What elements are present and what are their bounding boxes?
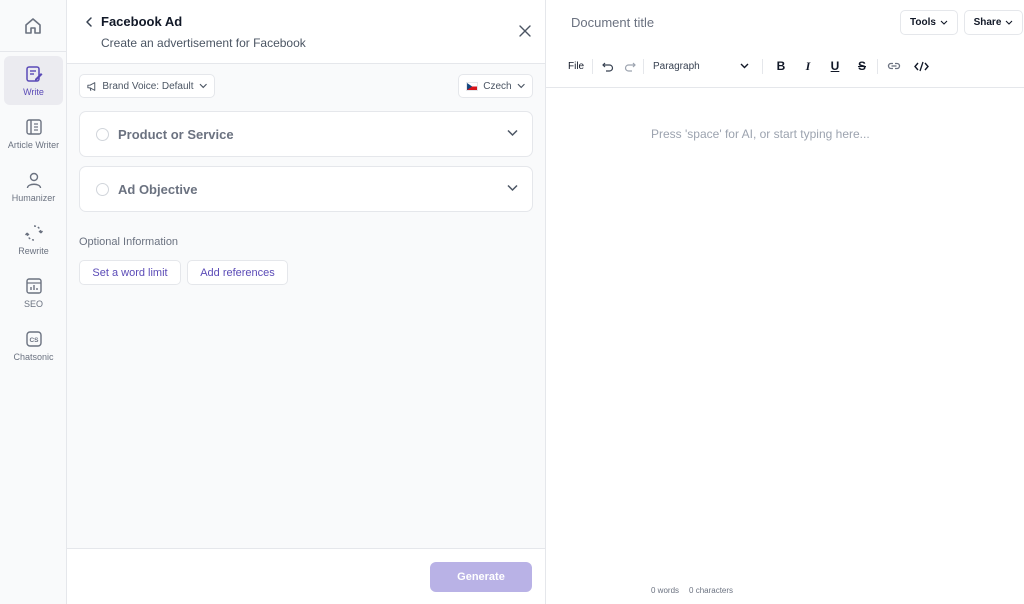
chevron-down-icon — [199, 83, 207, 89]
left-rail: Write Article Writer Humanizer Rewrite S… — [0, 0, 67, 604]
chatsonic-icon: CS — [25, 330, 42, 347]
redo-icon — [624, 62, 636, 72]
person-icon — [26, 172, 41, 188]
field-label: Ad Objective — [118, 182, 198, 197]
share-button[interactable]: Share — [964, 10, 1023, 35]
czech-flag-icon — [466, 81, 479, 91]
chevron-down-icon — [507, 129, 518, 137]
write-icon — [25, 65, 42, 82]
toolbar-divider — [643, 59, 644, 74]
italic-button[interactable]: I — [800, 57, 816, 75]
article-icon — [25, 118, 42, 135]
ad-objective-field[interactable]: Ad Objective — [79, 166, 533, 212]
tools-button[interactable]: Tools — [900, 10, 958, 35]
seo-chart-icon — [25, 277, 42, 294]
document-stats: 0 words 0 characters — [651, 586, 733, 595]
generate-button[interactable]: Generate — [430, 562, 532, 592]
sidebar-item-seo[interactable]: SEO — [4, 268, 63, 317]
sidebar-item-label: Chatsonic — [13, 351, 54, 362]
back-chevron-icon[interactable] — [83, 14, 95, 30]
status-radio-icon — [96, 128, 109, 141]
code-icon — [913, 61, 929, 71]
close-icon[interactable] — [519, 25, 531, 37]
strikethrough-button[interactable]: S — [854, 57, 870, 75]
home-icon — [25, 17, 41, 34]
language-dropdown[interactable]: Czech — [458, 74, 533, 98]
editor-placeholder[interactable]: Press 'space' for AI, or start typing he… — [651, 127, 870, 141]
add-references-button[interactable]: Add references — [187, 260, 288, 285]
sidebar-item-rewrite[interactable]: Rewrite — [4, 215, 63, 264]
toolbar-divider — [877, 59, 878, 74]
paragraph-style-dropdown[interactable]: Paragraph — [653, 57, 749, 75]
panel-subtitle: Create an advertisement for Facebook — [101, 36, 306, 50]
megaphone-icon — [87, 81, 96, 91]
paragraph-label: Paragraph — [653, 60, 700, 72]
chevron-down-icon — [1006, 20, 1013, 25]
toolbar-divider — [592, 59, 593, 74]
character-count: 0 characters — [689, 586, 734, 595]
redo-button[interactable] — [623, 57, 637, 75]
sidebar-item-label: SEO — [23, 298, 43, 309]
link-icon — [887, 62, 901, 70]
undo-icon — [602, 62, 614, 72]
template-panel: Facebook Ad Create an advertisement for … — [67, 0, 546, 604]
status-radio-icon — [96, 183, 109, 196]
document-title-input[interactable]: Document title — [571, 15, 654, 30]
panel-title: Facebook Ad — [101, 14, 183, 29]
bold-button[interactable]: B — [773, 57, 789, 75]
panel-header: Facebook Ad Create an advertisement for … — [67, 0, 545, 64]
tools-label: Tools — [910, 17, 936, 28]
undo-button[interactable] — [601, 57, 615, 75]
chevron-down-icon — [940, 20, 948, 25]
sidebar-item-humanizer[interactable]: Humanizer — [4, 162, 63, 211]
panel-footer: Generate — [67, 548, 545, 604]
svg-text:CS: CS — [29, 337, 39, 344]
toolbar-divider — [762, 59, 763, 74]
document-editor: Document title Tools Share File Paragrap… — [546, 0, 1024, 604]
sidebar-item-label: Write — [23, 86, 44, 97]
sidebar-item-label: Humanizer — [11, 192, 56, 203]
chevron-down-icon — [507, 184, 518, 192]
word-count: 0 words — [651, 586, 680, 595]
sidebar-item-label: Rewrite — [18, 245, 49, 256]
sidebar-item-article-writer[interactable]: Article Writer — [4, 109, 63, 158]
brand-voice-label: Brand Voice: Default — [102, 80, 194, 92]
editor-toolbar: File Paragraph B I U S — [546, 46, 1024, 88]
code-button[interactable] — [912, 57, 930, 75]
share-label: Share — [973, 17, 1002, 28]
file-menu[interactable]: File — [568, 57, 584, 75]
rewrite-icon — [24, 224, 43, 241]
sidebar-item-chatsonic[interactable]: CS Chatsonic — [4, 321, 63, 370]
sidebar-item-label: Article Writer — [7, 139, 60, 150]
product-or-service-field[interactable]: Product or Service — [79, 111, 533, 157]
sidebar-item-write[interactable]: Write — [4, 56, 63, 105]
brand-voice-dropdown[interactable]: Brand Voice: Default — [79, 74, 215, 98]
optional-info-label: Optional Information — [79, 236, 179, 248]
language-label: Czech — [483, 80, 512, 92]
underline-button[interactable]: U — [827, 57, 843, 75]
chevron-down-icon — [740, 63, 749, 69]
set-word-limit-button[interactable]: Set a word limit — [79, 260, 181, 285]
home-button[interactable] — [0, 0, 66, 52]
chevron-down-icon — [517, 83, 525, 89]
field-label: Product or Service — [118, 127, 234, 142]
link-button[interactable] — [886, 57, 902, 75]
